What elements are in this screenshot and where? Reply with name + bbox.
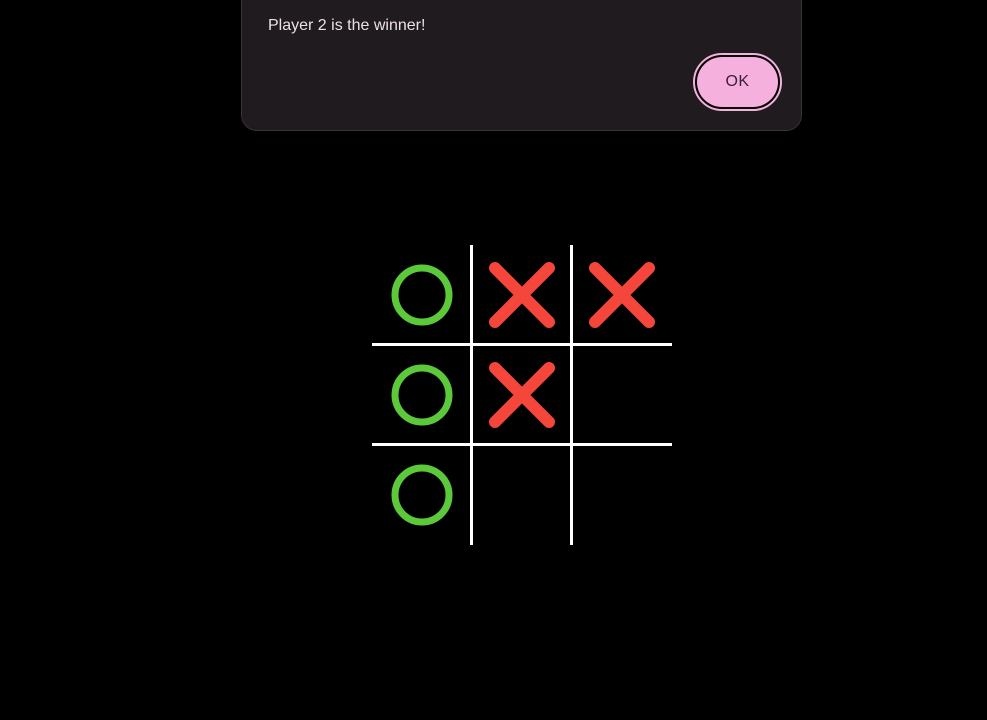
game-screen: Player 2 is the winner! OK	[0, 0, 987, 720]
board-cell-r3-c1[interactable]	[372, 445, 472, 545]
ok-button-label: OK	[697, 57, 778, 107]
circle-mark-icon	[391, 364, 453, 426]
cross-mark-icon	[489, 362, 555, 428]
ok-button[interactable]: OK	[693, 53, 782, 111]
cross-mark-icon	[589, 262, 655, 328]
cross-mark-icon	[489, 262, 555, 328]
dialog-message: Player 2 is the winner!	[268, 17, 426, 34]
circle-mark-icon	[391, 264, 453, 326]
board-cell-r1-c3[interactable]	[572, 245, 672, 345]
board-cell-r3-c2[interactable]	[472, 445, 572, 545]
board-cell-r1-c2[interactable]	[472, 245, 572, 345]
board-cell-r2-c1[interactable]	[372, 345, 472, 445]
winner-dialog: Player 2 is the winner! OK	[241, 0, 802, 131]
board-cell-r3-c3[interactable]	[572, 445, 672, 545]
board-cell-r1-c1[interactable]	[372, 245, 472, 345]
board-cell-r2-c3[interactable]	[572, 345, 672, 445]
tic-tac-toe-board	[372, 245, 672, 545]
circle-mark-icon	[391, 464, 453, 526]
board-cell-r2-c2[interactable]	[472, 345, 572, 445]
